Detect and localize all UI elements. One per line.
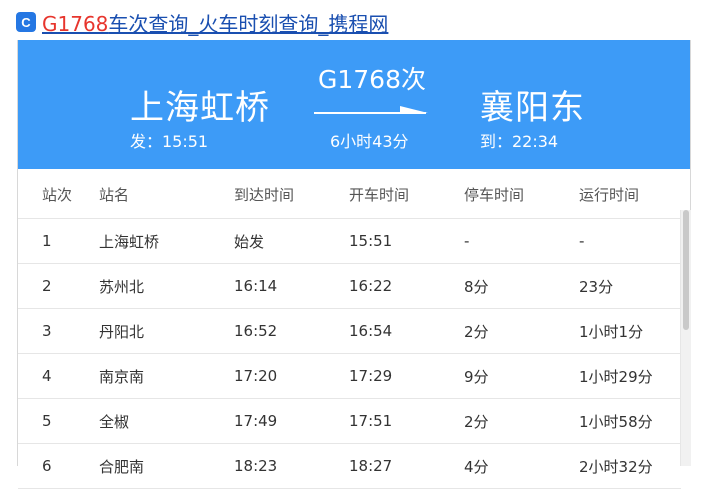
stop-duration: 2分 (463, 398, 578, 444)
departure-time: 18:27 (348, 443, 463, 489)
run-time: 1小时58分 (578, 398, 681, 444)
arrival-time: 17:20 (233, 353, 348, 399)
arrival-time: 始发 (233, 218, 348, 264)
station-name: 上海虹桥 (98, 218, 233, 264)
header-stop-time: 停车时间 (463, 170, 578, 219)
run-time: 2小时32分 (578, 443, 681, 489)
table-row: 5 全椒 17:49 17:51 2分 1小时58分 (18, 398, 681, 444)
station-name: 全椒 (98, 398, 233, 444)
departure-time: 16:22 (348, 263, 463, 309)
arrival-time: 到：22:34 (480, 132, 559, 151)
table-row: 2 苏州北 16:14 16:22 8分 23分 (18, 263, 681, 309)
arrival-station: 襄阳东 (480, 88, 585, 128)
stop-duration: 2分 (463, 308, 578, 354)
header-arrival: 到达时间 (233, 170, 348, 219)
run-time: - (578, 218, 681, 264)
stop-no: 5 (18, 398, 98, 444)
table-row: 3 丹阳北 16:52 16:54 2分 1小时1分 (18, 308, 681, 354)
table-row: 4 南京南 17:20 17:29 9分 1小时29分 (18, 353, 681, 399)
table-row: 1 上海虹桥 始发 15:51 - - (18, 218, 681, 264)
arrival-time: 16:52 (233, 308, 348, 354)
stop-no: 2 (18, 263, 98, 309)
travel-duration: 6小时43分 (330, 132, 409, 151)
run-time: 1小时29分 (578, 353, 681, 399)
logo-letter: C (21, 14, 31, 30)
stop-no: 1 (18, 218, 98, 264)
station-name: 南京南 (98, 353, 233, 399)
train-number: G1768次 (318, 65, 426, 94)
title-text: 车次查询_火车时刻查询_携程网 (108, 11, 389, 36)
header-station: 站名 (98, 170, 233, 219)
departure-time: 发：15:51 (130, 132, 209, 151)
station-name: 苏州北 (98, 263, 233, 309)
stop-no: 3 (18, 308, 98, 354)
train-schedule-card: 上海虹桥 发：15:51 G1768次 6小时43分 襄阳东 到：22:34 站… (17, 40, 691, 489)
stop-table: 站次 站名 到达时间 开车时间 停车时间 运行时间 1 上海虹桥 始发 15:5… (18, 170, 681, 489)
stop-no: 6 (18, 443, 98, 489)
route-banner: 上海虹桥 发：15:51 G1768次 6小时43分 襄阳东 到：22:34 (18, 40, 690, 169)
departure-time: 17:29 (348, 353, 463, 399)
header-run-time: 运行时间 (578, 170, 681, 219)
arrival-time: 17:49 (233, 398, 348, 444)
run-time: 1小时1分 (578, 308, 681, 354)
table-scrollbar[interactable] (680, 210, 691, 466)
title-train-number: G1768 (42, 11, 109, 36)
arrow-right-icon (314, 106, 428, 114)
arrival-time: 18:23 (233, 443, 348, 489)
table-header-row: 站次 站名 到达时间 开车时间 停车时间 运行时间 (18, 170, 681, 219)
ctrip-logo-icon: C (16, 12, 36, 32)
departure-station: 上海虹桥 (130, 88, 270, 128)
run-time: 23分 (578, 263, 681, 309)
arrival-time: 16:14 (233, 263, 348, 309)
departure-time: 16:54 (348, 308, 463, 354)
stop-duration: 9分 (463, 353, 578, 399)
table-row: 6 合肥南 18:23 18:27 4分 2小时32分 (18, 443, 681, 489)
stop-duration: 8分 (463, 263, 578, 309)
scrollbar-thumb[interactable] (683, 210, 689, 330)
stop-duration: - (463, 218, 578, 264)
station-name: 合肥南 (98, 443, 233, 489)
page-title-link[interactable]: G1768车次查询_火车时刻查询_携程网 (42, 8, 388, 37)
page-header: C G1768车次查询_火车时刻查询_携程网 (16, 8, 388, 36)
stop-no: 4 (18, 353, 98, 399)
stop-duration: 4分 (463, 443, 578, 489)
departure-time: 15:51 (348, 218, 463, 264)
station-name: 丹阳北 (98, 308, 233, 354)
header-stop-no: 站次 (18, 170, 98, 219)
departure-time: 17:51 (348, 398, 463, 444)
header-departure: 开车时间 (348, 170, 463, 219)
